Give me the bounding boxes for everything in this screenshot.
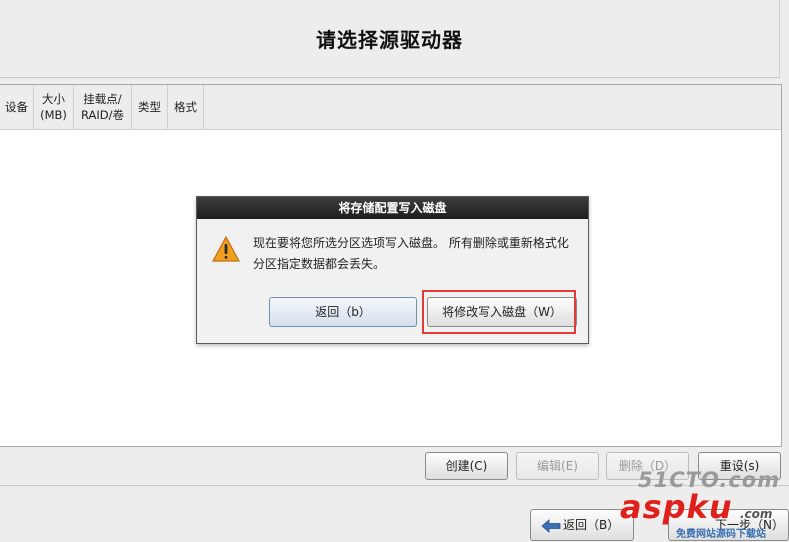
dialog-title: 将存储配置写入磁盘 — [197, 197, 588, 219]
nav-back-button[interactable]: 返回（B） — [530, 509, 634, 541]
watermark-subtitle: 免费网站源码下载站 — [676, 529, 766, 540]
header-divider — [0, 77, 780, 78]
dialog-message: 现在要将您所选分区选项写入磁盘。 所有删除或重新格式化分区指定数据都会丢失。 — [253, 236, 569, 271]
highlight-box — [422, 290, 576, 334]
column-header-device[interactable]: 设备 — [0, 85, 34, 129]
column-header-size[interactable]: 大小 (MB) — [34, 85, 74, 129]
watermark-com: .com — [740, 507, 773, 521]
dialog-back-button[interactable]: 返回（b） — [269, 297, 417, 327]
column-header-filler — [204, 85, 781, 129]
table-header: 设备 大小 (MB) 挂载点/ RAID/卷 类型 格式 — [0, 85, 781, 130]
edit-button[interactable]: 编辑(E) — [516, 452, 599, 480]
warning-icon — [211, 235, 241, 262]
page-title: 请选择源驱动器 — [316, 28, 463, 52]
arrow-left-icon — [541, 518, 561, 533]
column-header-type[interactable]: 类型 — [132, 85, 168, 129]
column-header-format[interactable]: 格式 — [168, 85, 204, 129]
create-button[interactable]: 创建(C) — [425, 452, 508, 480]
nav-back-label: 返回（B） — [563, 518, 620, 532]
watermark-aspku: aspku — [620, 488, 733, 526]
header: 请选择源驱动器 — [0, 0, 780, 78]
column-header-mount[interactable]: 挂载点/ RAID/卷 — [74, 85, 132, 129]
